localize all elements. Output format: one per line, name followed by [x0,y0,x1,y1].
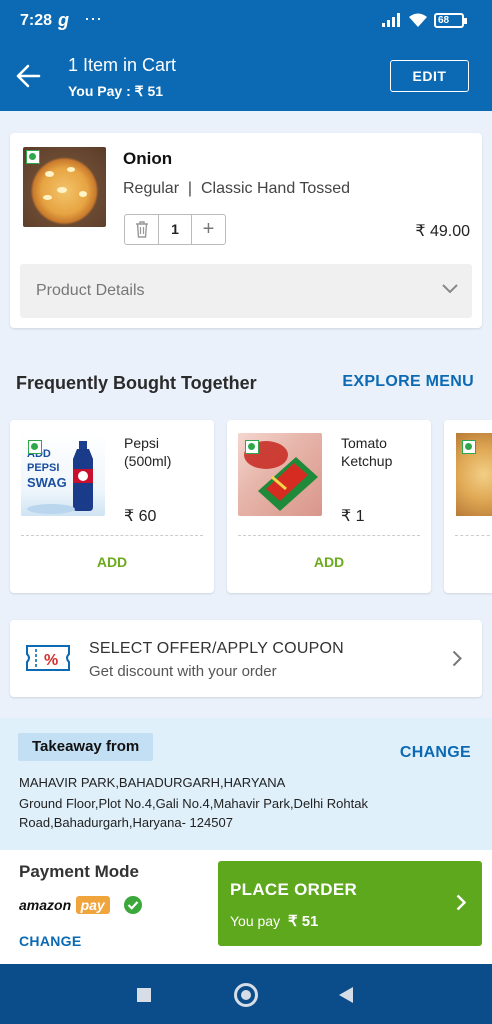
svg-text:%: % [44,652,58,669]
item-name: Onion [123,149,173,168]
veg-indicator-icon [462,440,476,454]
status-bar: 7:28 g ⋯ 68 [0,0,492,41]
item-variant: Regular | Classic Hand Tossed [123,180,351,197]
coupon-icon: % [26,645,70,671]
change-store-button[interactable]: CHANGE [400,744,471,762]
takeaway-section: Takeaway from CHANGE MAHAVIR PARK,BAHADU… [0,718,492,850]
divider [238,535,420,536]
recents-button[interactable] [137,988,151,1002]
explore-menu-link[interactable]: EXPLORE MENU [342,373,474,391]
takeaway-label: Takeaway from [18,733,154,761]
cart-item-card: Onion Regular | Classic Hand Tossed 1 + … [10,133,482,328]
cart-title: 1 Item in Cart [68,55,177,75]
trash-icon [136,221,148,238]
home-button[interactable] [234,983,258,1007]
chevron-right-icon [452,650,462,667]
app-notification-icon: g [58,10,69,30]
status-time: 7:28 [20,12,53,29]
veg-indicator-icon [245,440,259,454]
place-order-button[interactable]: PLACE ORDER You pay ₹ 51 [218,861,482,946]
store-address-detail: Ground Floor,Plot No.4,Gali No.4,Mahavir… [19,796,368,830]
signal-icon [382,13,400,27]
coupon-title: SELECT OFFER/APPLY COUPON [89,640,344,657]
product-price: ₹ 60 [124,508,157,525]
quantity-stepper: 1 + [124,214,226,245]
coupon-subtitle: Get discount with your order [89,663,277,680]
back-triangle-icon[interactable] [338,986,354,1004]
delete-button[interactable] [125,215,159,244]
battery-level: 68 [438,15,450,26]
product-details-label: Product Details [36,282,145,299]
cart-header: 1 Item in Cart You Pay : ₹ 51 EDIT [0,41,492,111]
product-name: Pepsi (500ml) [124,435,172,469]
apply-coupon-row[interactable]: % SELECT OFFER/APPLY COUPON Get discount… [10,620,482,697]
item-price: ₹ 49.00 [415,223,470,240]
more-notifications-icon: ⋯ [84,9,103,29]
veg-indicator-icon [26,150,40,164]
store-address-title: MAHAVIR PARK,BAHADURGARH,HARYANA [19,775,286,790]
back-arrow-icon[interactable] [14,63,42,89]
add-pepsi-button[interactable]: ADD [10,554,214,570]
system-navigation-bar [0,964,492,1024]
payment-mode-label: Payment Mode [19,862,139,881]
chevron-down-icon [442,284,458,294]
amazon-pay-logo: amazon pay [19,896,110,915]
checkout-footer: Payment Mode amazon pay CHANGE PLACE ORD… [0,850,492,964]
veg-indicator-icon [28,440,42,454]
quantity-value: 1 [159,215,192,244]
battery-icon: 68 [434,13,467,28]
increase-quantity-button[interactable]: + [192,215,225,244]
svg-text:SWAG: SWAG [27,475,67,490]
you-pay-summary: You Pay : ₹ 51 [68,83,164,99]
svg-text:PEPSI: PEPSI [27,462,59,474]
check-circle-icon [124,896,142,914]
divider [21,535,203,536]
divider [455,535,492,536]
add-ketchup-button[interactable]: ADD [227,554,431,570]
product-details-toggle[interactable]: Product Details [20,264,472,318]
product-card-ketchup[interactable]: Tomato Ketchup ₹ 1 ADD [227,420,431,593]
chevron-right-icon [456,894,466,911]
product-card-partial[interactable] [444,420,492,593]
wifi-icon [409,13,427,27]
place-order-label: PLACE ORDER [230,880,358,899]
fbt-heading: Frequently Bought Together [16,373,257,393]
product-card-pepsi[interactable]: ADD PEPSI SWAG Pepsi (500ml) ₹ 60 ADD [10,420,214,593]
place-order-amount: You pay ₹ 51 [230,913,319,930]
product-name: Tomato Ketchup [341,435,393,469]
product-price: ₹ 1 [341,508,365,525]
edit-button[interactable]: EDIT [390,60,469,92]
change-payment-button[interactable]: CHANGE [19,933,81,949]
order-total: ₹ 51 [287,913,319,930]
